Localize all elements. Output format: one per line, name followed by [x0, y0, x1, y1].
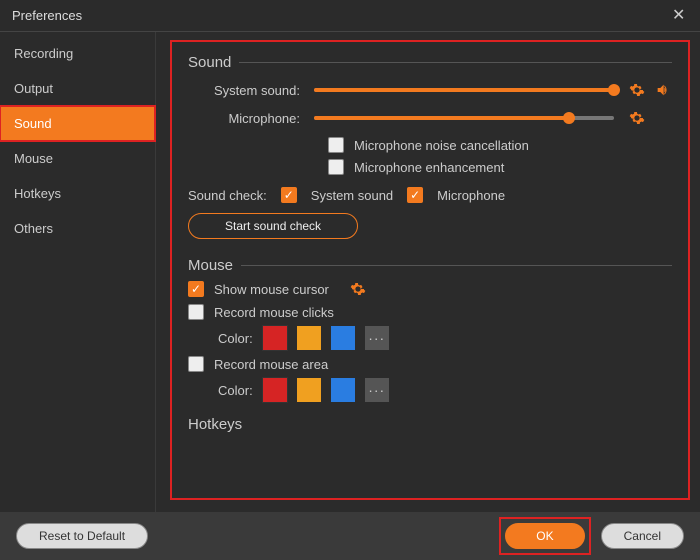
close-icon[interactable]: ✕	[672, 8, 688, 24]
reset-to-default-button[interactable]: Reset to Default	[16, 523, 148, 549]
hotkeys-title-text: Hotkeys	[188, 416, 242, 433]
gear-icon[interactable]	[628, 109, 646, 127]
color-swatch-red[interactable]	[263, 326, 287, 350]
color-label: Color:	[218, 331, 253, 346]
record-clicks-label: Record mouse clicks	[214, 305, 334, 320]
show-cursor-label: Show mouse cursor	[214, 282, 329, 297]
color-swatch-blue[interactable]	[331, 378, 355, 402]
footer: Reset to Default OK Cancel	[0, 512, 700, 560]
sound-title-text: Sound	[188, 54, 231, 71]
window-title: Preferences	[12, 8, 82, 23]
noise-cancellation-checkbox[interactable]	[328, 137, 344, 153]
sidebar: Recording Output Sound Mouse Hotkeys Oth…	[0, 32, 156, 512]
system-sound-slider[interactable]	[314, 88, 614, 92]
color-swatch-blue[interactable]	[331, 326, 355, 350]
content-panel: Sound System sound: Microphone:	[170, 40, 690, 500]
record-area-label: Record mouse area	[214, 357, 328, 372]
sidebar-item-others[interactable]: Others	[0, 211, 155, 246]
color-swatch-more[interactable]: ···	[365, 326, 389, 350]
system-sound-label: System sound:	[188, 83, 300, 98]
noise-cancellation-label: Microphone noise cancellation	[354, 138, 529, 153]
soundcheck-mic-label: Microphone	[437, 188, 505, 203]
record-clicks-checkbox[interactable]	[188, 304, 204, 320]
sidebar-item-hotkeys[interactable]: Hotkeys	[0, 176, 155, 211]
gear-icon[interactable]	[349, 280, 367, 298]
microphone-label: Microphone:	[188, 111, 300, 126]
mic-enhancement-checkbox[interactable]	[328, 159, 344, 175]
speaker-icon[interactable]	[654, 81, 672, 99]
color-swatch-orange[interactable]	[297, 378, 321, 402]
cancel-button[interactable]: Cancel	[601, 523, 684, 549]
start-sound-check-button[interactable]: Start sound check	[188, 213, 358, 239]
show-cursor-checkbox[interactable]	[188, 281, 204, 297]
sidebar-item-mouse[interactable]: Mouse	[0, 141, 155, 176]
section-title-mouse: Mouse	[188, 257, 672, 274]
soundcheck-system-checkbox[interactable]	[281, 187, 297, 203]
color-swatch-more[interactable]: ···	[365, 378, 389, 402]
color-swatch-red[interactable]	[263, 378, 287, 402]
section-title-hotkeys: Hotkeys	[188, 416, 672, 433]
ok-button[interactable]: OK	[505, 523, 584, 549]
sidebar-item-sound[interactable]: Sound	[0, 106, 155, 141]
sidebar-item-recording[interactable]: Recording	[0, 36, 155, 71]
soundcheck-system-label: System sound	[311, 188, 393, 203]
sound-check-label: Sound check:	[188, 188, 267, 203]
gear-icon[interactable]	[628, 81, 646, 99]
microphone-slider[interactable]	[314, 116, 614, 120]
mouse-title-text: Mouse	[188, 257, 233, 274]
soundcheck-mic-checkbox[interactable]	[407, 187, 423, 203]
sidebar-item-output[interactable]: Output	[0, 71, 155, 106]
record-area-checkbox[interactable]	[188, 356, 204, 372]
mic-enhancement-label: Microphone enhancement	[354, 160, 504, 175]
ok-highlight: OK	[499, 517, 590, 555]
color-swatch-orange[interactable]	[297, 326, 321, 350]
section-title-sound: Sound	[188, 54, 672, 71]
color-label: Color:	[218, 383, 253, 398]
